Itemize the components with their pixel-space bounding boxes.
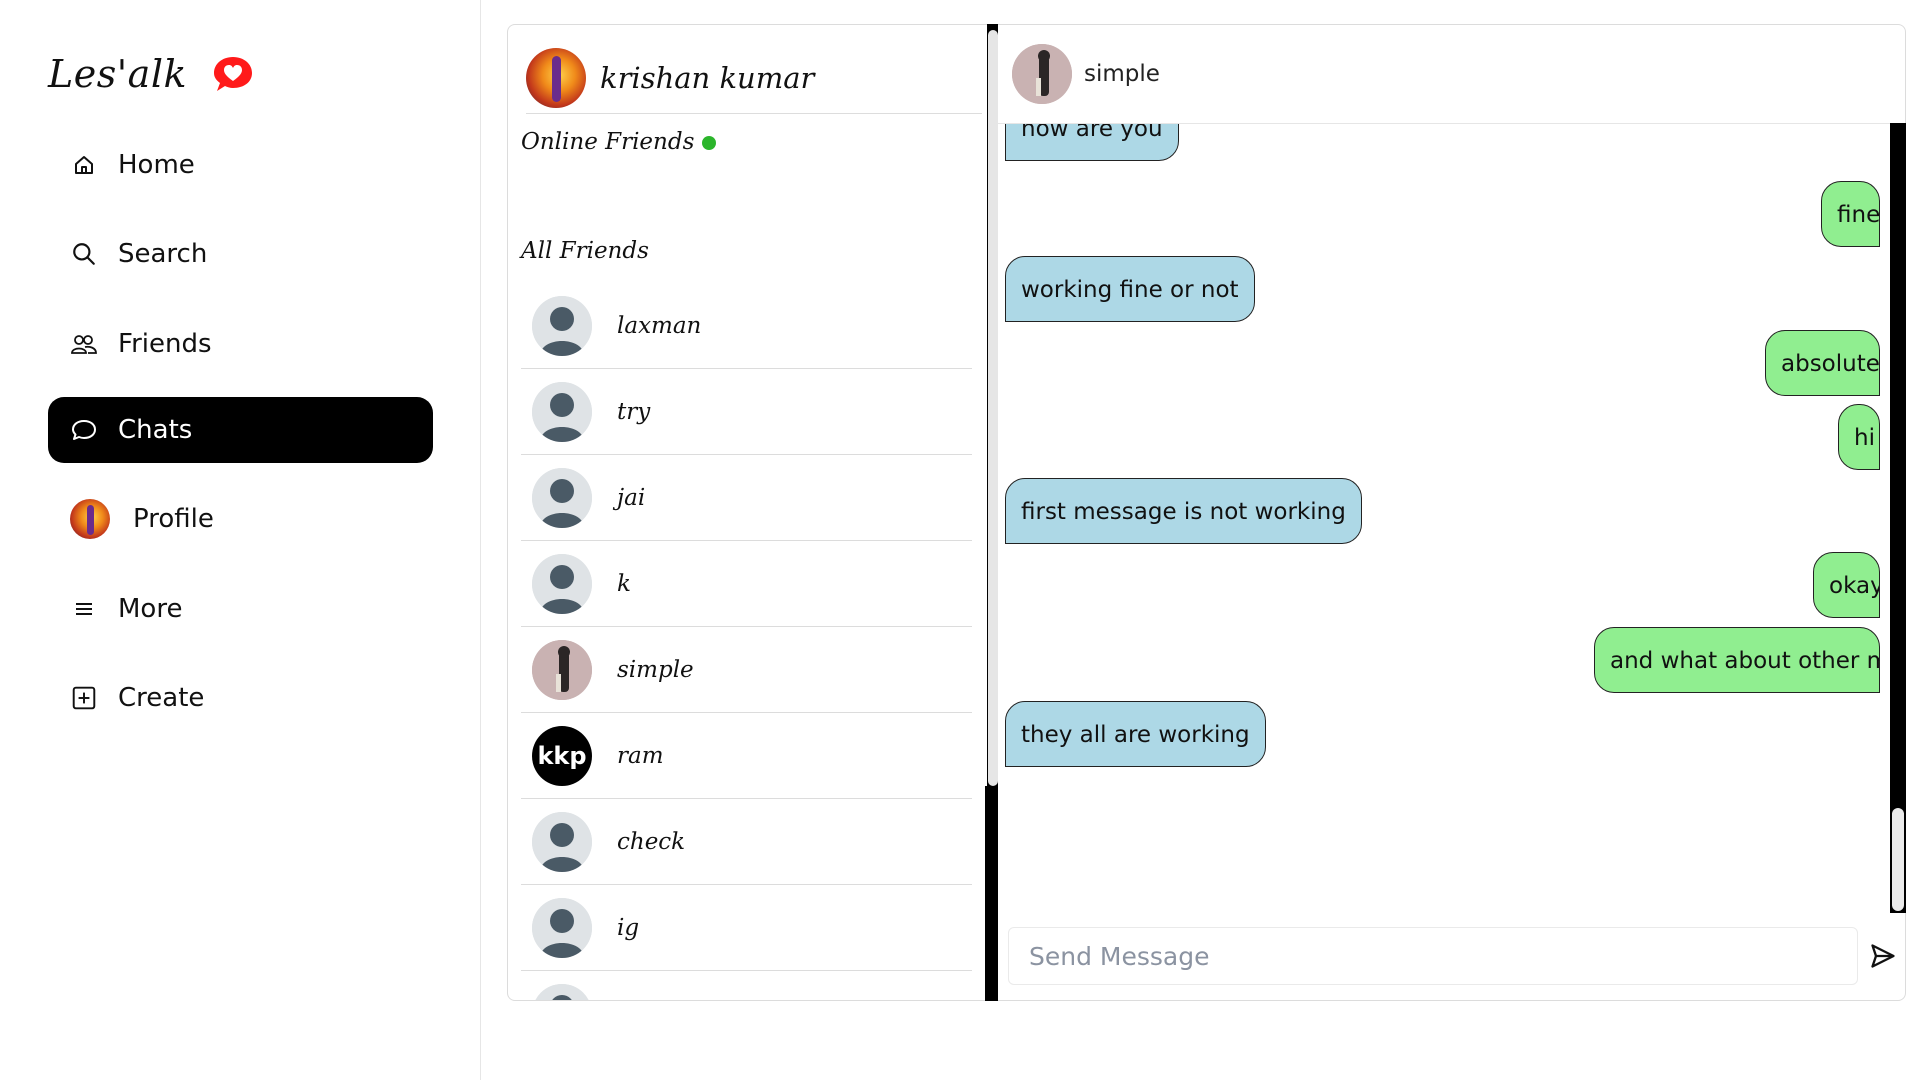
online-status-dot [702,136,717,150]
message-input[interactable] [1009,927,1857,985]
nav-profile[interactable]: Profile [48,486,433,552]
friend-name: jai [617,484,646,511]
friends-scrollbar-thumb[interactable] [988,30,998,786]
message-list: how are you fine working fine or not absolu… [998,124,1890,914]
friend-name: ram [617,742,664,769]
friend-name: try [617,398,651,425]
sent-message: absolutely [1765,330,1880,396]
chat-heart-icon [214,57,253,91]
online-friends-label: Online Friends [521,129,695,155]
nav-home[interactable]: Home [48,132,433,198]
profile-avatar [70,499,110,539]
chat-icon [70,416,98,444]
nav-label: Search [118,239,208,269]
messages-scrollbar-track[interactable] [1890,123,1906,913]
nav-create[interactable]: Create [48,665,433,731]
friend-name: check [617,828,686,855]
nav-label: Friends [118,329,212,359]
friend-name: hero [617,1001,670,1002]
sent-message: fine [1821,181,1880,247]
friend-row[interactable]: ig [521,885,972,971]
online-friends-title: Online Friends [521,129,717,155]
chat-panel: simple how are you fine working fine or no… [998,24,1906,1001]
friend-name: ig [617,914,640,941]
friend-list: laxman try jai k simple kkpram check ig hero [521,283,972,1002]
friend-row[interactable]: kkp ram [521,713,972,799]
friend-row[interactable]: k [521,541,972,627]
received-message: they all are working [1005,701,1266,767]
friend-avatar [532,811,592,872]
friend-row[interactable]: check [521,799,972,885]
nav-label: Chats [118,415,193,445]
nav-friends[interactable]: Friends [48,311,433,377]
sent-message: hi [1838,404,1880,470]
nav-search[interactable]: Search [48,221,433,287]
friend-row[interactable]: laxman [521,283,972,369]
sent-message: and what about other messag [1594,627,1880,693]
nav-label: More [118,594,183,624]
friend-avatar [532,467,592,528]
message-composer [1008,927,1858,985]
friends-panel: krishan kumar Online Friends All Friends… [507,24,990,1001]
current-user-name: krishan kumar [600,61,815,95]
send-icon [1871,944,1895,968]
messages-scrollbar-thumb[interactable] [1892,808,1904,911]
sidebar: Les'alk Home Search Friends Chats Profil… [0,0,481,1080]
friend-avatar: kkp [532,725,592,786]
friend-name: simple [617,656,694,683]
nav-label: Profile [133,504,214,534]
received-message: working fine or not [1005,256,1255,322]
chat-header[interactable]: simple [998,25,1905,124]
friends-icon [70,330,98,358]
sent-message: okay [1813,552,1880,618]
friend-avatar [532,553,592,614]
send-button[interactable] [1866,939,1900,973]
friend-avatar [532,381,592,442]
contact-avatar [1012,44,1072,104]
friend-row[interactable]: hero [521,971,972,1002]
friend-row[interactable]: try [521,369,972,455]
friend-row[interactable]: simple [521,627,972,713]
all-friends-title: All Friends [521,238,649,264]
app-logo[interactable]: Les'alk [48,52,255,96]
friend-row[interactable]: jai [521,455,972,541]
current-user-header[interactable]: krishan kumar [526,43,982,114]
friend-name: laxman [617,312,702,339]
panel-divider [985,786,998,1001]
friend-avatar [532,983,592,1000]
friend-name: k [617,570,631,597]
search-icon [70,240,98,268]
friend-avatar [532,639,592,700]
menu-icon [70,595,98,623]
friend-avatar [532,295,592,356]
friend-avatar [532,897,592,958]
nav-label: Create [118,683,205,713]
home-icon [70,151,98,179]
nav-label: Home [118,150,195,180]
current-user-avatar [526,48,586,108]
nav-more[interactable]: More [48,576,433,642]
received-message: how are you [1005,124,1179,161]
contact-name: simple [1084,61,1160,87]
nav-chats[interactable]: Chats [48,397,433,463]
received-message: first message is not working [1005,478,1362,544]
plus-square-icon [70,684,98,712]
app-name: Les'alk [48,52,188,96]
